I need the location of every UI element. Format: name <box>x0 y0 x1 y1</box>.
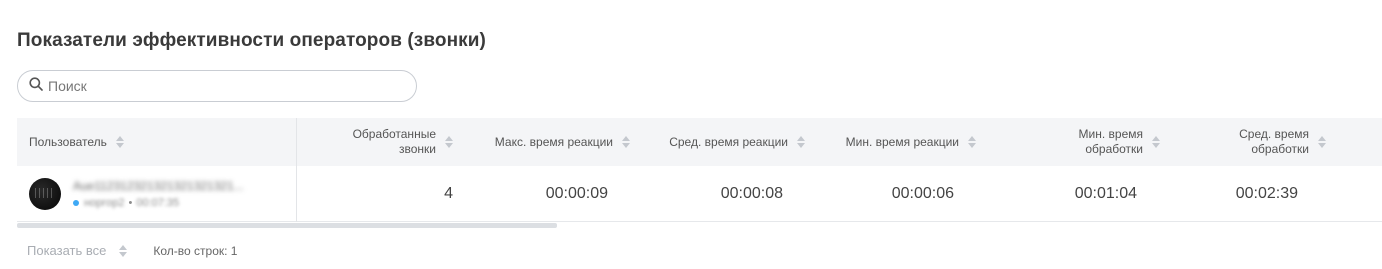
column-label: Пользователь <box>29 134 107 149</box>
column-label: Макс. время реакции <box>494 134 613 149</box>
search-icon <box>29 76 43 96</box>
column-label: Мин. время обработки <box>1078 127 1143 156</box>
column-header-user[interactable]: Пользователь <box>17 118 297 166</box>
user-cell[interactable]: Aue112312321321321321321... норгор2 • 00… <box>17 166 297 222</box>
column-label: Сред. время обработки <box>1239 127 1309 156</box>
sort-icon[interactable] <box>968 136 976 148</box>
search-box[interactable] <box>17 70 417 102</box>
column-header-min-processing[interactable]: Мин. время обработки <box>988 118 1172 166</box>
cell-avg-processing: 00:02:39 <box>1235 185 1298 202</box>
user-status: норгор2 <box>84 197 125 209</box>
column-header-avg-processing[interactable]: Сред. время обработки <box>1172 118 1352 166</box>
sort-icon[interactable] <box>115 136 124 148</box>
sort-icon[interactable] <box>797 136 805 148</box>
cell-min-reaction: 00:00:06 <box>891 185 954 202</box>
chevron-updown-icon <box>119 244 128 257</box>
sort-icon[interactable] <box>1152 136 1160 148</box>
show-all-select[interactable]: Показать все <box>17 243 137 258</box>
show-all-label: Показать все <box>27 243 107 258</box>
user-meta: норгор2 • 00:07:35 <box>73 197 278 209</box>
column-header-avg-reaction[interactable]: Сред. время реакции <box>642 118 817 166</box>
cell-processed: 4 <box>444 185 453 202</box>
rows-count: Кол-во строк: 1 <box>153 243 238 258</box>
avatar <box>29 178 61 210</box>
column-header-max-reaction[interactable]: Макс. время реакции <box>465 118 642 166</box>
table-row[interactable]: Aue112312321321321321321... норгор2 • 00… <box>17 166 1382 222</box>
column-label: Мин. время реакции <box>845 134 959 149</box>
column-header-min-reaction[interactable]: Мин. время реакции <box>817 118 988 166</box>
sort-icon[interactable] <box>1318 136 1326 148</box>
horizontal-scrollbar[interactable] <box>17 223 557 228</box>
operators-table: Пользователь Обработанные звонки Макс. вр… <box>17 118 1382 222</box>
cell-avg-reaction: 00:00:08 <box>720 185 783 202</box>
page-title: Показатели эффективности операторов (зво… <box>17 30 486 51</box>
status-dot-icon <box>73 200 79 206</box>
table-footer: Показать все Кол-во строк: 1 <box>17 243 237 258</box>
cell-max-reaction: 00:00:09 <box>545 185 608 202</box>
user-time: 00:07:35 <box>136 197 180 209</box>
column-label: Обработанные звонки <box>352 127 436 156</box>
sort-icon[interactable] <box>622 136 630 148</box>
search-input[interactable] <box>48 78 388 94</box>
column-label: Сред. время реакции <box>669 134 788 149</box>
sort-icon[interactable] <box>445 136 453 148</box>
column-header-processed[interactable]: Обработанные звонки <box>297 118 465 166</box>
user-name: Aue112312321321321321321... <box>73 179 244 193</box>
cell-min-processing: 00:01:04 <box>1074 185 1137 202</box>
table-header: Пользователь Обработанные звонки Макс. вр… <box>17 118 1382 166</box>
